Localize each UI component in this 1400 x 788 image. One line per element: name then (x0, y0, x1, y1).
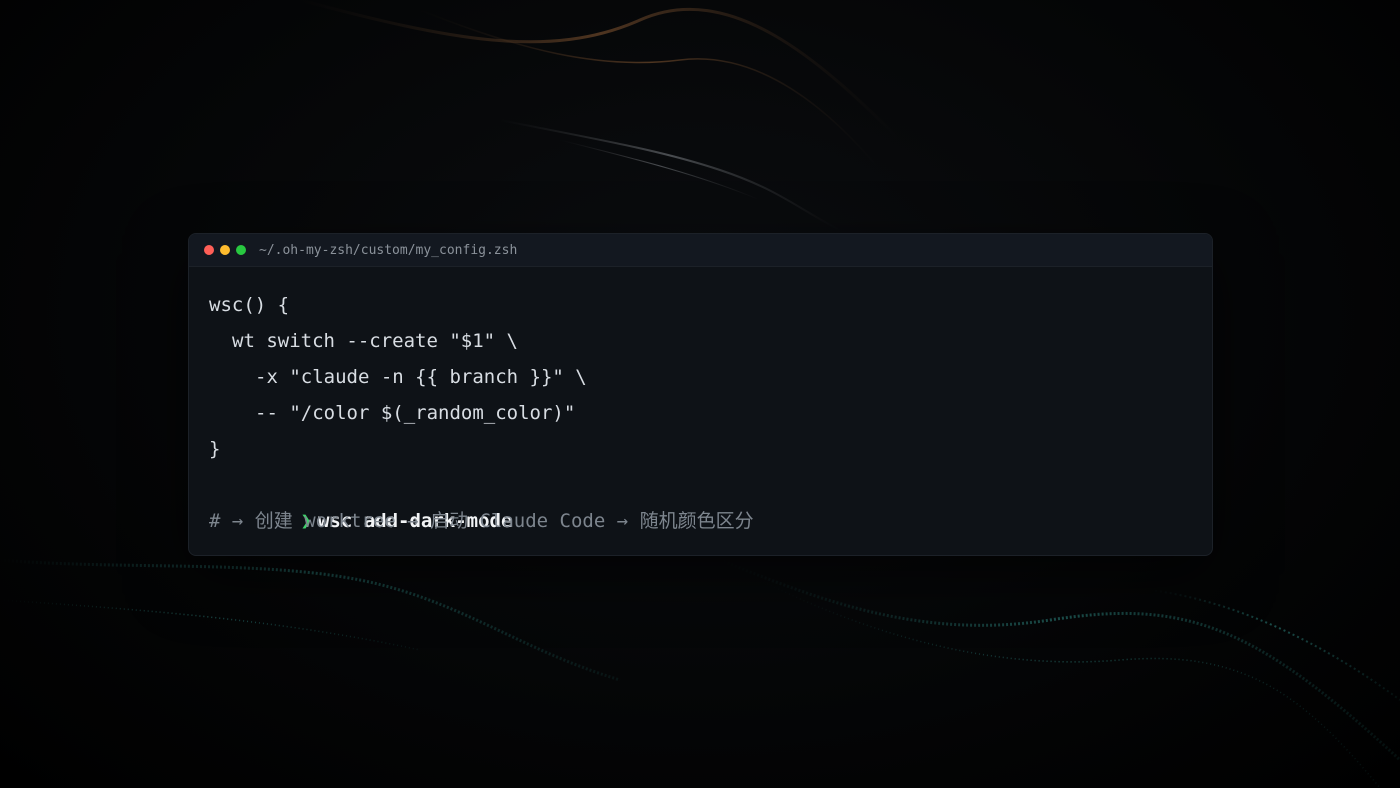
desktop-background: ~/.oh-my-zsh/custom/my_config.zsh wsc() … (0, 0, 1400, 788)
minimize-window-button[interactable] (220, 245, 230, 255)
window-title: ~/.oh-my-zsh/custom/my_config.zsh (259, 242, 518, 258)
terminal-content[interactable]: wsc() { wt switch --create "$1" \ -x "cl… (189, 267, 1212, 539)
code-line: wt switch --create "$1" \ (232, 330, 518, 352)
code-line: -x "claude -n {{ branch }}" \ (255, 366, 587, 388)
code-line: wsc() { (209, 294, 290, 316)
close-window-button[interactable] (204, 245, 214, 255)
terminal-titlebar[interactable]: ~/.oh-my-zsh/custom/my_config.zsh (189, 234, 1212, 267)
terminal-window[interactable]: ~/.oh-my-zsh/custom/my_config.zsh wsc() … (188, 233, 1213, 556)
code-line: -- "/color $(_random_color)" (255, 402, 576, 424)
code-line: } (209, 438, 221, 460)
command-prompt-line[interactable]: ❯ wsc add-dark-mode (209, 467, 1192, 532)
comment-line: # → 创建 worktree → 启动 Claude Code → 随机颜色区… (209, 510, 754, 532)
maximize-window-button[interactable] (236, 245, 246, 255)
